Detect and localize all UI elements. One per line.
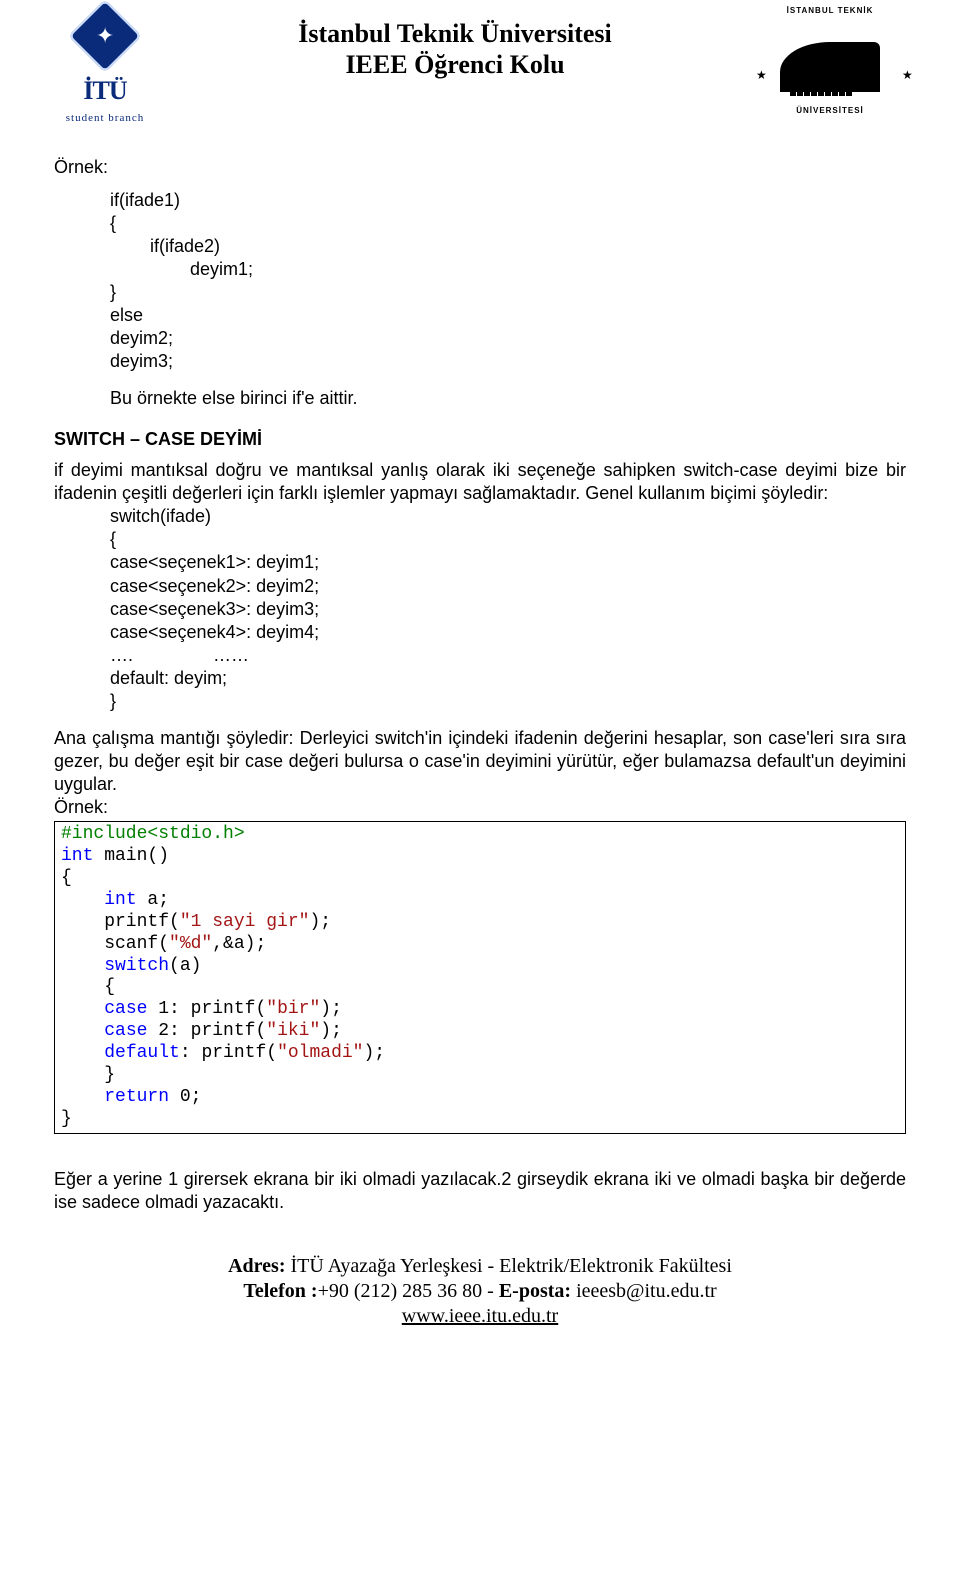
footer-tel-text: +90 (212) 285 36 80 -: [318, 1280, 499, 1302]
code-line: else: [110, 305, 143, 325]
footer-web-line: www.ieee.itu.edu.tr: [54, 1304, 906, 1329]
code-line: switch(ifade): [110, 506, 211, 526]
footer-mail-text: ieeesb@itu.edu.tr: [571, 1280, 717, 1302]
code-token: "1 sayi gir": [180, 912, 310, 932]
code-line: …. ……: [110, 645, 249, 665]
code-token: "bir": [266, 999, 320, 1019]
code-line: }: [61, 1065, 115, 1085]
code-token: [61, 1087, 104, 1107]
explain-paragraph: Ana çalışma mantığı şöyledir: Derleyici …: [54, 727, 906, 796]
code-line: case<seçenek4>: deyim4;: [110, 622, 319, 642]
c-sample-code: #include<stdio.h> int main() { int a; pr…: [54, 821, 906, 1134]
code-line: }: [110, 691, 116, 711]
piano-keys-icon: [790, 82, 852, 96]
code-token: );: [309, 912, 331, 932]
footer-contact-line: Telefon :+90 (212) 285 36 80 - E-posta: …: [54, 1279, 906, 1304]
code-token: );: [320, 1021, 342, 1041]
switch-title: SWITCH – CASE DEYİMİ: [54, 428, 906, 451]
ieee-diamond-icon: ✦: [68, 0, 142, 73]
code-token: : printf(: [180, 1043, 277, 1063]
code-token: int: [104, 890, 136, 910]
code-token: a;: [137, 890, 169, 910]
ring-text-top: İSTANBUL TEKNİK: [755, 6, 905, 15]
code-token: [61, 999, 104, 1019]
code-token: switch: [104, 956, 169, 976]
code-line: {: [61, 868, 72, 888]
code-line: {: [61, 977, 115, 997]
code-token: "iki": [266, 1021, 320, 1041]
star-icon: ★: [902, 68, 913, 82]
code-line: {: [110, 529, 116, 549]
code-line: default: deyim;: [110, 668, 227, 688]
code-line: case<seçenek3>: deyim3;: [110, 599, 319, 619]
footer-mail-label: E-posta:: [499, 1280, 571, 1302]
footer-addr-text: İTÜ Ayazağa Yerleşkesi - Elektrik/Elektr…: [286, 1255, 732, 1277]
code-line: }: [110, 282, 116, 302]
header-title: İstanbul Teknik Üniversitesi IEEE Öğrenc…: [160, 10, 750, 80]
switch-paragraph: if deyimi mantıksal doğru ve mantıksal y…: [54, 459, 906, 505]
header-title-line2: IEEE Öğrenci Kolu: [345, 50, 564, 79]
footer-addr-label: Adres:: [228, 1255, 285, 1277]
code-token: [61, 1021, 104, 1041]
footer-address-line: Adres: İTÜ Ayazağa Yerleşkesi - Elektrik…: [54, 1254, 906, 1279]
code-token: main(): [93, 846, 169, 866]
example1-label: Örnek:: [54, 156, 906, 179]
code-token: int: [61, 846, 93, 866]
footer-web-text: www.ieee.itu.edu.tr: [402, 1305, 558, 1327]
itu-logo-left: ✦ İTÜ student branch: [50, 10, 160, 124]
code-token: 1: printf(: [147, 999, 266, 1019]
page-footer: Adres: İTÜ Ayazağa Yerleşkesi - Elektrik…: [54, 1254, 906, 1329]
code-token: );: [320, 999, 342, 1019]
code-line: if(ifade2): [110, 236, 220, 256]
page: ✦ İTÜ student branch İstanbul Teknik Üni…: [0, 0, 960, 1572]
code-token: scanf(: [61, 934, 169, 954]
code-line: deyim1;: [110, 259, 253, 279]
code-token: [61, 890, 104, 910]
code-token: case: [104, 1021, 147, 1041]
code-token: ,&a);: [212, 934, 266, 954]
star-icon: ★: [756, 68, 767, 82]
code-line: case<seçenek2>: deyim2;: [110, 576, 319, 596]
code-line: if(ifade1): [110, 190, 180, 210]
page-header: ✦ İTÜ student branch İstanbul Teknik Üni…: [50, 10, 910, 130]
switch-code: switch(ifade) { case<seçenek1>: deyim1; …: [110, 505, 906, 712]
ring-text-bottom: ÜNİVERSİTESİ: [755, 106, 905, 115]
itu-piano-logo: İSTANBUL TEKNİK ★ ★ ÜNİVERSİTESİ: [750, 10, 910, 120]
footer-tel-label: Telefon :: [243, 1280, 317, 1302]
code-line: deyim2;: [110, 328, 173, 348]
code-line: #include<stdio.h>: [61, 824, 245, 844]
code-token: );: [363, 1043, 385, 1063]
body-content: Örnek: if(ifade1) { if(ifade2) deyim1; }…: [50, 130, 910, 1329]
code-token: case: [104, 999, 147, 1019]
code-token: printf(: [61, 912, 180, 932]
example1-note: Bu örnekte else birinci if'e aittir.: [110, 387, 906, 410]
code-token: 2: printf(: [147, 1021, 266, 1041]
example2-label: Örnek:: [54, 796, 906, 819]
itu-text: İTÜ: [83, 76, 126, 106]
code-line: case<seçenek1>: deyim1;: [110, 552, 319, 572]
code-token: return: [104, 1087, 169, 1107]
code-token: (a): [169, 956, 201, 976]
header-title-line1: İstanbul Teknik Üniversitesi: [298, 19, 612, 48]
code-token: 0;: [169, 1087, 201, 1107]
code-token: default: [104, 1043, 180, 1063]
code-token: "%d": [169, 934, 212, 954]
code-line: {: [110, 213, 116, 233]
student-branch-text: student branch: [66, 112, 144, 124]
code-line: }: [61, 1109, 72, 1129]
code-token: "olmadi": [277, 1043, 363, 1063]
code-token: [61, 956, 104, 976]
example1-code: if(ifade1) { if(ifade2) deyim1; } else d…: [110, 189, 906, 373]
code-token: [61, 1043, 104, 1063]
code-line: deyim3;: [110, 351, 173, 371]
after-paragraph: Eğer a yerine 1 girersek ekrana bir iki …: [54, 1168, 906, 1214]
